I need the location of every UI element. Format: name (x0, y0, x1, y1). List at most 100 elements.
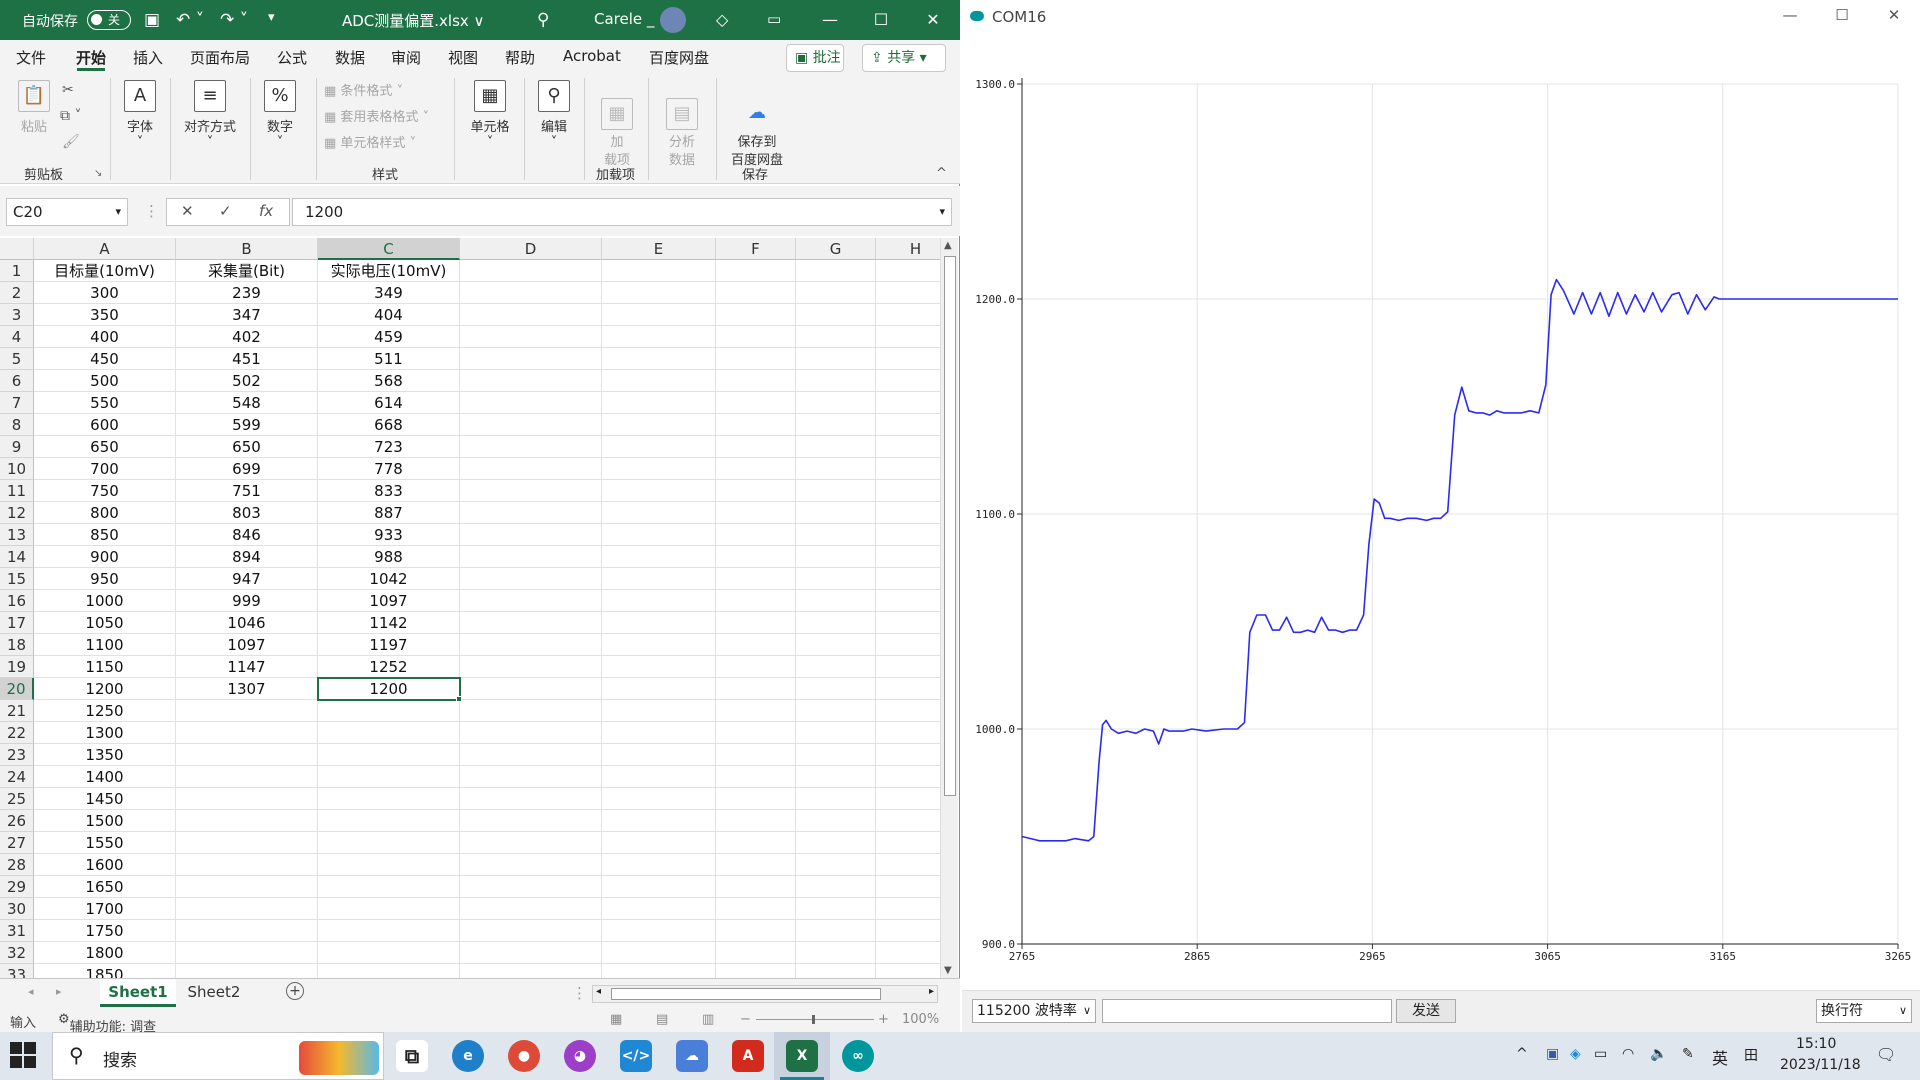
cell-c14[interactable]: 988 (318, 546, 460, 568)
plotter-close-icon[interactable]: ✕ (1879, 6, 1909, 28)
cell-c21[interactable] (318, 700, 460, 722)
cell-c9[interactable]: 723 (318, 436, 460, 458)
cell-c5[interactable]: 511 (318, 348, 460, 370)
cell-g6[interactable] (796, 370, 876, 392)
cell-b2[interactable]: 239 (176, 282, 318, 304)
undo-icon[interactable]: ↶ ˅ (176, 10, 204, 30)
cell-h10[interactable] (876, 458, 940, 480)
cell-a14[interactable]: 900 (34, 546, 176, 568)
cell-c16[interactable]: 1097 (318, 590, 460, 612)
vertical-scrollbar[interactable]: ▲ ▼ (940, 238, 958, 978)
cell-h12[interactable] (876, 502, 940, 524)
cell-f2[interactable] (716, 282, 796, 304)
cell-c22[interactable] (318, 722, 460, 744)
cell-e16[interactable] (602, 590, 716, 612)
tab-file[interactable]: 文件 (16, 47, 46, 68)
cell-g14[interactable] (796, 546, 876, 568)
cell-e32[interactable] (602, 942, 716, 964)
cell-d3[interactable] (460, 304, 602, 326)
avatar[interactable] (660, 7, 686, 33)
cell-e28[interactable] (602, 854, 716, 876)
cell-c20[interactable]: 1200 (318, 678, 460, 700)
cell-b33[interactable] (176, 964, 318, 978)
cell-c7[interactable]: 614 (318, 392, 460, 414)
prev-sheet-icon[interactable]: ◂ (28, 985, 34, 998)
row-header[interactable]: 13 (0, 524, 34, 546)
tab-review[interactable]: 审阅 (391, 47, 421, 68)
cell-a13[interactable]: 850 (34, 524, 176, 546)
cell-f18[interactable] (716, 634, 796, 656)
font-button[interactable]: A 字体 ˅ (118, 80, 162, 150)
cell-f31[interactable] (716, 920, 796, 942)
cell-a31[interactable]: 1750 (34, 920, 176, 942)
cell-d13[interactable] (460, 524, 602, 546)
column-header-d[interactable]: D (460, 238, 602, 260)
number-button[interactable]: % 数字 ˅ (258, 80, 302, 150)
tab-page-layout[interactable]: 页面布局 (190, 47, 250, 68)
cell-a29[interactable]: 1650 (34, 876, 176, 898)
cond-format-button[interactable]: ▦ 条件格式 ˅ (324, 80, 403, 99)
cell-c27[interactable] (318, 832, 460, 854)
send-button[interactable]: 发送 (1396, 999, 1456, 1023)
cell-e2[interactable] (602, 282, 716, 304)
cell-f32[interactable] (716, 942, 796, 964)
add-sheet-icon[interactable]: + (286, 982, 304, 1000)
align-button[interactable]: ≡ 对齐方式 ˅ (178, 80, 242, 150)
cell-e27[interactable] (602, 832, 716, 854)
clock-time[interactable]: 15:10 (1796, 1036, 1836, 1052)
cell-a28[interactable]: 1600 (34, 854, 176, 876)
cell-e17[interactable] (602, 612, 716, 634)
cell-e13[interactable] (602, 524, 716, 546)
cell-f9[interactable] (716, 436, 796, 458)
next-sheet-icon[interactable]: ▸ (56, 985, 62, 998)
row-header[interactable]: 31 (0, 920, 34, 942)
file-title[interactable]: ADC测量偏置.xlsx ∨ (342, 10, 485, 31)
cell-d29[interactable] (460, 876, 602, 898)
column-header-b[interactable]: B (176, 238, 318, 260)
cell-a9[interactable]: 650 (34, 436, 176, 458)
cell-f20[interactable] (716, 678, 796, 700)
cell-h19[interactable] (876, 656, 940, 678)
cell-d28[interactable] (460, 854, 602, 876)
cell-b23[interactable] (176, 744, 318, 766)
cell-h26[interactable] (876, 810, 940, 832)
cell-g23[interactable] (796, 744, 876, 766)
zoom-slider[interactable] (756, 1019, 874, 1020)
color-wheel-icon[interactable]: ◕ (564, 1040, 596, 1072)
cell-d33[interactable] (460, 964, 602, 978)
cell-d24[interactable] (460, 766, 602, 788)
cell-f25[interactable] (716, 788, 796, 810)
cell-c24[interactable] (318, 766, 460, 788)
cell-e15[interactable] (602, 568, 716, 590)
cell-a1[interactable]: 目标量(10mV) (34, 260, 176, 282)
cell-a3[interactable]: 350 (34, 304, 176, 326)
cell-g29[interactable] (796, 876, 876, 898)
scrollbar-thumb[interactable] (944, 256, 956, 796)
column-header-a[interactable]: A (34, 238, 176, 260)
hscroll-thumb[interactable] (611, 988, 881, 1000)
ribbon-display-icon[interactable]: ▭ (767, 10, 781, 28)
cell-h22[interactable] (876, 722, 940, 744)
cell-c30[interactable] (318, 898, 460, 920)
edge-icon[interactable]: e (452, 1040, 484, 1072)
row-header[interactable]: 22 (0, 722, 34, 744)
cell-c26[interactable] (318, 810, 460, 832)
cell-e19[interactable] (602, 656, 716, 678)
cell-a15[interactable]: 950 (34, 568, 176, 590)
cell-c17[interactable]: 1142 (318, 612, 460, 634)
cells-button[interactable]: ▦ 单元格 ˅ (462, 80, 518, 150)
excel-icon[interactable]: X (786, 1040, 818, 1072)
cell-h15[interactable] (876, 568, 940, 590)
line-ending-select[interactable]: 换行符 ∨ (1816, 999, 1912, 1023)
cell-h4[interactable] (876, 326, 940, 348)
cell-f10[interactable] (716, 458, 796, 480)
cell-g1[interactable] (796, 260, 876, 282)
cell-d14[interactable] (460, 546, 602, 568)
cell-h14[interactable] (876, 546, 940, 568)
chrome-icon[interactable]: ● (508, 1040, 540, 1072)
cell-b25[interactable] (176, 788, 318, 810)
cell-f4[interactable] (716, 326, 796, 348)
notification-icon[interactable]: 🗨 (1876, 1045, 1896, 1064)
cell-c33[interactable] (318, 964, 460, 978)
cell-c10[interactable]: 778 (318, 458, 460, 480)
